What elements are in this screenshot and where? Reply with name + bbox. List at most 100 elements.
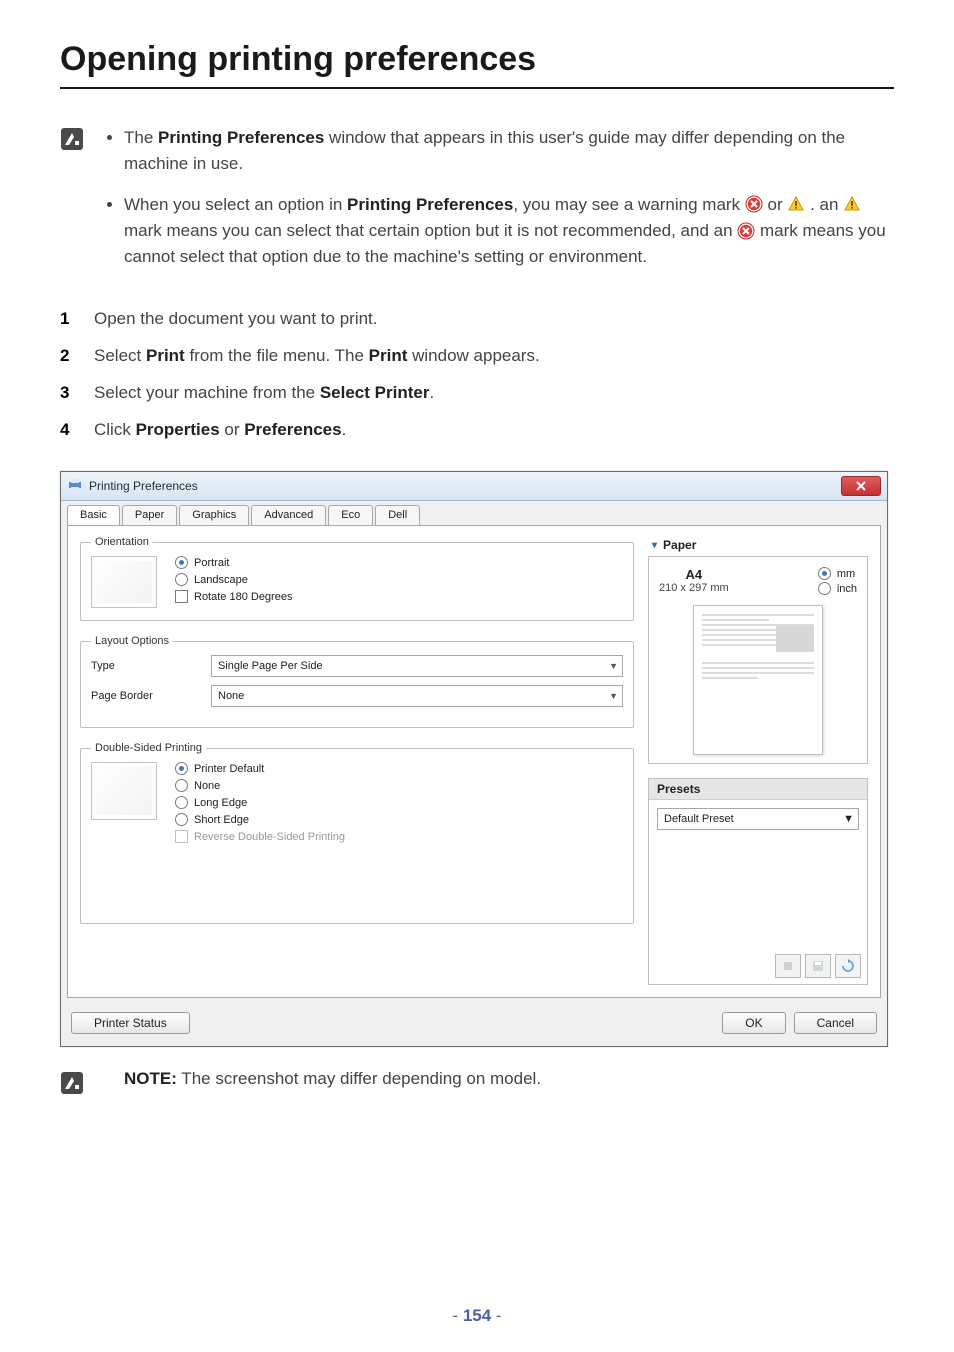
note-text: The screenshot may differ depending on m… <box>177 1069 541 1088</box>
preset-save-button[interactable] <box>805 954 831 978</box>
titlebar: Printing Preferences <box>61 472 887 501</box>
intro-bullet-1: The Printing Preferences window that app… <box>124 125 894 178</box>
chevron-down-icon: ▼ <box>609 661 618 671</box>
intro-bullet-2: When you select an option in Printing Pr… <box>124 192 894 271</box>
paper-header-label: Paper <box>663 538 696 552</box>
page-border-label: Page Border <box>91 690 187 702</box>
tab-eco[interactable]: Eco <box>328 505 373 525</box>
t: Select <box>94 346 146 365</box>
radio-long-edge[interactable]: Long Edge <box>175 796 345 809</box>
radio-printer-default[interactable]: Printer Default <box>175 762 345 775</box>
intro-note: The Printing Preferences window that app… <box>60 125 894 285</box>
t: Printing Preferences <box>158 128 324 147</box>
orientation-legend: Orientation <box>91 536 153 548</box>
error-icon <box>745 195 763 213</box>
check-reverse-dsp[interactable]: Reverse Double-Sided Printing <box>175 830 345 843</box>
close-icon <box>855 480 867 492</box>
presets-panel: Presets Default Preset ▼ <box>648 778 868 985</box>
t: from the file menu. The <box>185 346 369 365</box>
radio-icon <box>818 567 831 580</box>
presets-combo[interactable]: Default Preset ▼ <box>657 808 859 830</box>
radio-short-edge[interactable]: Short Edge <box>175 813 345 826</box>
radio-label: None <box>194 780 220 792</box>
check-label: Reverse Double-Sided Printing <box>194 831 345 843</box>
t: or <box>220 420 245 439</box>
combo-value: Single Page Per Side <box>218 660 323 672</box>
radio-landscape[interactable]: Landscape <box>175 573 292 586</box>
check-rotate-180[interactable]: Rotate 180 Degrees <box>175 590 292 603</box>
t: Print <box>146 346 185 365</box>
steps-list: Open the document you want to print. Sel… <box>60 305 894 444</box>
t: , you may see a warning mark <box>513 195 744 214</box>
radio-icon <box>175 573 188 586</box>
radio-label: Printer Default <box>194 763 264 775</box>
radio-label: Landscape <box>194 574 248 586</box>
paper-panel-header[interactable]: ▾ Paper <box>652 538 868 552</box>
title-rule <box>60 87 894 89</box>
page-title: Opening printing preferences <box>60 40 894 79</box>
step-4: Click Properties or Preferences. <box>60 416 894 443</box>
paper-dim: 210 x 297 mm <box>659 582 729 594</box>
t: The <box>124 128 158 147</box>
radio-icon <box>175 762 188 775</box>
tab-basic[interactable]: Basic <box>67 505 120 525</box>
radio-icon <box>175 779 188 792</box>
warning-icon <box>787 195 805 213</box>
tabs: Basic Paper Graphics Advanced Eco Dell <box>61 501 887 525</box>
dialog-title: Printing Preferences <box>89 479 198 493</box>
tab-dell[interactable]: Dell <box>375 505 420 525</box>
checkbox-icon <box>175 590 188 603</box>
t: Open the document you want to print. <box>94 309 378 328</box>
radio-unit-inch[interactable]: inch <box>818 582 857 595</box>
step-1: Open the document you want to print. <box>60 305 894 332</box>
page-border-combo[interactable]: None▼ <box>211 685 623 707</box>
t: mark means you can select that certain o… <box>124 221 737 240</box>
t: Select Printer <box>320 383 430 402</box>
radio-icon <box>175 813 188 826</box>
printer-icon <box>67 477 83 496</box>
printing-preferences-dialog: Printing Preferences Basic Paper Graphic… <box>60 471 888 1047</box>
orientation-group: Orientation Portrait Landscape Rotate 18… <box>80 536 634 621</box>
radio-icon <box>175 796 188 809</box>
t: Preferences <box>244 420 341 439</box>
dsp-legend: Double-Sided Printing <box>91 742 206 754</box>
radio-none[interactable]: None <box>175 779 345 792</box>
combo-value: None <box>218 690 244 702</box>
tab-graphics[interactable]: Graphics <box>179 505 249 525</box>
note-line: NOTE: The screenshot may differ dependin… <box>60 1069 894 1095</box>
step-3: Select your machine from the Select Prin… <box>60 379 894 406</box>
t: . an <box>810 195 843 214</box>
t: Properties <box>136 420 220 439</box>
layout-options-group: Layout Options Type Single Page Per Side… <box>80 635 634 728</box>
cancel-button[interactable]: Cancel <box>794 1012 877 1034</box>
preset-delete-button[interactable] <box>775 954 801 978</box>
paper-preview <box>693 605 823 755</box>
chevron-down-icon: ▼ <box>843 813 854 825</box>
t: Select your machine from the <box>94 383 320 402</box>
tab-paper[interactable]: Paper <box>122 505 177 525</box>
presets-header: Presets <box>649 779 867 800</box>
radio-portrait[interactable]: Portrait <box>175 556 292 569</box>
radio-icon <box>175 556 188 569</box>
preset-refresh-button[interactable] <box>835 954 861 978</box>
radio-unit-mm[interactable]: mm <box>818 567 857 580</box>
type-combo[interactable]: Single Page Per Side ▼ <box>211 655 623 677</box>
tab-advanced[interactable]: Advanced <box>251 505 326 525</box>
t: window appears. <box>407 346 539 365</box>
page-number: - 154 - <box>0 1306 954 1326</box>
combo-value: Default Preset <box>664 813 734 825</box>
step-2: Select Print from the file menu. The Pri… <box>60 342 894 369</box>
note-label: NOTE: <box>124 1069 177 1088</box>
note-icon <box>60 127 84 151</box>
chevron-down-icon: ▾ <box>652 540 657 551</box>
t: or <box>768 195 788 214</box>
paper-panel: A4 210 x 297 mm mm inch <box>648 556 868 764</box>
printer-status-button[interactable]: Printer Status <box>71 1012 190 1034</box>
layout-legend: Layout Options <box>91 635 173 647</box>
ok-button[interactable]: OK <box>722 1012 785 1034</box>
radio-icon <box>818 582 831 595</box>
close-button[interactable] <box>841 476 881 496</box>
radio-label: mm <box>837 568 855 580</box>
dsp-thumb <box>91 762 157 820</box>
checkbox-icon <box>175 830 188 843</box>
